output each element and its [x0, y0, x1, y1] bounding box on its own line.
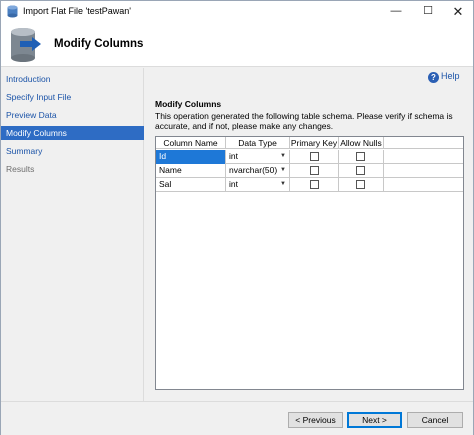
primary-key-checkbox[interactable]: [310, 180, 319, 189]
dropdown-arrow-icon: ▼: [280, 153, 286, 159]
header-allow-nulls: Allow Nulls: [339, 137, 384, 149]
section-title: Modify Columns: [155, 99, 222, 109]
table-row: Sal int ▼: [156, 178, 463, 192]
help-label: Help: [441, 71, 460, 81]
primary-key-cell: [290, 178, 339, 192]
header-primary-key: Primary Key: [290, 137, 339, 149]
wizard-footer: < Previous Next > Cancel: [1, 401, 473, 435]
nav-item-results: Results: [6, 164, 35, 174]
table-row: Id int ▼: [156, 150, 463, 164]
primary-key-cell: [290, 150, 339, 164]
primary-key-checkbox[interactable]: [310, 166, 319, 175]
wizard-steps-nav: Introduction Specify Input File Preview …: [1, 68, 144, 401]
header-column-name: Column Name: [156, 137, 226, 149]
data-type-select[interactable]: int ▼: [226, 150, 290, 164]
previous-button[interactable]: < Previous: [288, 412, 343, 428]
allow-nulls-checkbox[interactable]: [356, 152, 365, 161]
column-name-cell[interactable]: Id: [156, 150, 226, 164]
nav-item-modify-columns[interactable]: Modify Columns: [1, 126, 144, 140]
close-button[interactable]: ✕: [443, 1, 473, 22]
data-type-select[interactable]: nvarchar(50) ▼: [226, 164, 290, 178]
import-flat-file-window: Import Flat File 'testPawan' — ☐ ✕ Modif…: [0, 0, 474, 435]
cancel-button[interactable]: Cancel: [407, 412, 463, 428]
grid-header: Column Name Data Type Primary Key Allow …: [156, 137, 463, 149]
next-button[interactable]: Next >: [347, 412, 402, 428]
nav-item-introduction[interactable]: Introduction: [1, 72, 144, 86]
data-type-value: int: [229, 151, 238, 161]
help-link[interactable]: ? Help: [428, 71, 460, 85]
primary-key-checkbox[interactable]: [310, 152, 319, 161]
allow-nulls-cell: [339, 164, 384, 178]
maximize-button[interactable]: ☐: [413, 1, 443, 22]
allow-nulls-checkbox[interactable]: [356, 166, 365, 175]
main-panel: ? Help Modify Columns This operation gene…: [145, 68, 473, 401]
schema-description: This operation generated the following t…: [155, 111, 453, 131]
table-row: Name nvarchar(50) ▼: [156, 164, 463, 178]
dropdown-arrow-icon: ▼: [280, 167, 286, 173]
title-bar: Import Flat File 'testPawan' — ☐ ✕: [1, 1, 473, 22]
database-icon: [7, 5, 18, 18]
help-icon: ?: [428, 72, 439, 83]
column-name-cell[interactable]: Sal: [156, 178, 226, 192]
data-type-select[interactable]: int ▼: [226, 178, 290, 192]
nav-item-summary[interactable]: Summary: [1, 144, 144, 158]
dropdown-arrow-icon: ▼: [280, 181, 286, 187]
allow-nulls-checkbox[interactable]: [356, 180, 365, 189]
column-name-cell[interactable]: Name: [156, 164, 226, 178]
minimize-button[interactable]: —: [381, 1, 411, 22]
allow-nulls-cell: [339, 178, 384, 192]
columns-grid: Column Name Data Type Primary Key Allow …: [155, 136, 464, 390]
page-title: Modify Columns: [54, 38, 144, 50]
page-header: Modify Columns: [1, 22, 473, 67]
data-type-value: int: [229, 179, 238, 189]
nav-item-specify-input-file[interactable]: Specify Input File: [1, 90, 144, 104]
window-title: Import Flat File 'testPawan': [23, 6, 131, 16]
nav-item-preview-data[interactable]: Preview Data: [1, 108, 144, 122]
header-data-type: Data Type: [226, 137, 290, 149]
primary-key-cell: [290, 164, 339, 178]
data-type-value: nvarchar(50): [229, 165, 278, 175]
allow-nulls-cell: [339, 150, 384, 164]
import-database-icon: [11, 28, 41, 62]
